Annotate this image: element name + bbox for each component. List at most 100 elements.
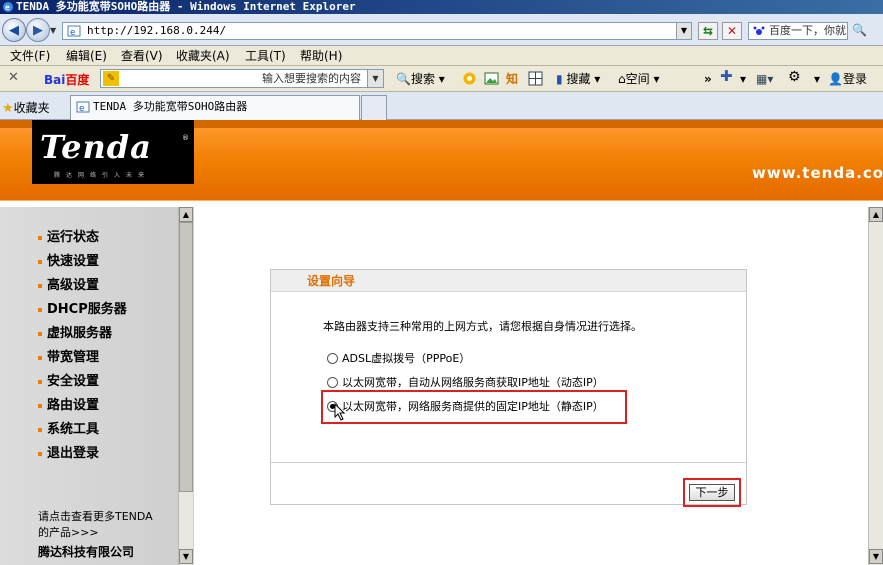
mouse-cursor-icon — [334, 403, 346, 421]
scroll-down-icon[interactable]: ▼ — [869, 549, 883, 564]
sidebar-item-label: 路由设置 — [47, 398, 100, 413]
scroll-up-icon[interactable]: ▲ — [179, 207, 193, 222]
menu-view[interactable]: 查看(V) — [121, 49, 163, 63]
scroll-up-icon[interactable]: ▲ — [869, 207, 883, 222]
image-icon[interactable] — [484, 71, 499, 86]
bullet-icon — [38, 259, 42, 264]
bullet-icon — [38, 355, 42, 360]
sidebar-item-quick-setup[interactable]: 快速设置 — [38, 254, 99, 270]
wizard-title: 设置向导 — [271, 270, 746, 292]
news-icon: ▮ — [556, 72, 563, 86]
radio-dynamic-ip[interactable] — [327, 376, 338, 388]
baidu-search-input[interactable]: ✎ 输入想要搜索的内容 ▼ — [100, 69, 384, 88]
space-button[interactable]: ⌂空间 ▾ — [618, 72, 659, 86]
web-search-input[interactable]: 百度一下，你就 — [748, 22, 848, 40]
more-products-link[interactable]: 请点击查看更多TENDA — [38, 509, 153, 524]
sidebar-item-virtual-server[interactable]: 虚拟服务器 — [38, 326, 112, 342]
apps-grid-icon[interactable]: ▦▾ — [756, 72, 773, 86]
sidebar-item-routing[interactable]: 路由设置 — [38, 398, 99, 414]
forward-button[interactable]: ▶ — [26, 18, 50, 42]
sidebar-item-label: DHCP服务器 — [47, 302, 127, 317]
baidu-logo-right: 百度 — [65, 73, 90, 87]
back-arrow-icon: ◀ — [9, 22, 19, 38]
baidu-search-placeholder: 输入想要搜索的内容 — [262, 72, 361, 85]
new-tab-button[interactable] — [361, 95, 387, 120]
login-button[interactable]: 👤登录 — [828, 72, 867, 86]
bullet-icon — [38, 235, 42, 240]
login-label: 登录 — [842, 72, 867, 86]
website-link[interactable]: www.tenda.com — [752, 164, 883, 182]
panel-divider — [271, 462, 746, 463]
option-pppoe[interactable]: ADSL虚拟拨号（PPPoE） — [327, 350, 470, 366]
highlight-static-ip — [321, 390, 627, 424]
baidu-logo[interactable]: Bai百度 — [44, 71, 89, 88]
favorites-button[interactable]: ★收藏夹 — [2, 99, 50, 116]
baidu-search-button[interactable]: 🔍搜索 ▾ — [396, 72, 445, 86]
sidebar-item-advanced[interactable]: 高级设置 — [38, 278, 99, 294]
svg-text:e: e — [70, 28, 75, 37]
url-dropdown-icon[interactable]: ▼ — [676, 23, 691, 39]
scroll-down-icon[interactable]: ▼ — [179, 549, 193, 564]
option-dynamic-ip[interactable]: 以太网宽带，自动从网络服务商获取IP地址（动态IP） — [327, 374, 604, 390]
menu-edit[interactable]: 编辑(E) — [66, 49, 107, 63]
baidu-dropdown-icon[interactable]: ▼ — [367, 70, 383, 87]
sidebar-item-status[interactable]: 运行状态 — [38, 230, 99, 246]
menu-tools[interactable]: 工具(T) — [245, 49, 286, 63]
window-title: TENDA 多功能宽带SOHO路由器 - Windows Internet Ex… — [16, 0, 356, 13]
star-icon: ★ — [2, 101, 14, 116]
sidebar-item-bandwidth[interactable]: 带宽管理 — [38, 350, 99, 366]
history-dropdown-icon[interactable]: ▼ — [50, 26, 56, 35]
menu-help[interactable]: 帮助(H) — [300, 49, 342, 63]
toolbar-overflow-icon[interactable]: » — [704, 72, 712, 86]
sidebar-item-label: 退出登录 — [47, 446, 100, 461]
radio-pppoe[interactable] — [327, 352, 338, 364]
url-input[interactable]: e http://192.168.0.244/ — [62, 22, 692, 40]
page-icon: e — [67, 25, 81, 37]
menu-bar: 文件(F) 编辑(E) 查看(V) 收藏夹(A) 工具(T) 帮助(H) — [0, 46, 883, 66]
menu-favorites[interactable]: 收藏夹(A) — [176, 49, 230, 63]
window-title-bar: e TENDA 多功能宽带SOHO路由器 - Windows Internet … — [0, 0, 883, 14]
gear-dropdown-icon[interactable]: ▾ — [814, 72, 820, 86]
content-scrollbar[interactable]: ▲ ▼ — [868, 207, 883, 565]
more-products-link-cont[interactable]: 的产品>>> — [38, 525, 99, 540]
tieba-icon[interactable] — [462, 71, 477, 86]
back-button[interactable]: ◀ — [2, 18, 26, 42]
refresh-button[interactable]: ⇆ — [698, 22, 718, 40]
user-icon: 👤 — [828, 72, 843, 86]
header-separator — [0, 200, 883, 207]
baidu-search-label: 搜索 — [410, 72, 435, 86]
baidu-input-icon: ✎ — [103, 71, 119, 86]
grid-icon[interactable] — [528, 71, 543, 86]
ie-icon: e — [3, 2, 13, 12]
sidebar-item-security[interactable]: 安全设置 — [38, 374, 99, 390]
sidebar-item-label: 带宽管理 — [47, 350, 100, 365]
sidebar-item-logout[interactable]: 退出登录 — [38, 446, 99, 462]
sidebar-item-system-tools[interactable]: 系统工具 — [38, 422, 99, 438]
close-toolbar-icon[interactable]: ✕ — [8, 70, 19, 85]
baidu-toolbar: ✕ Bai百度 ✎ 输入想要搜索的内容 ▼ 🔍搜索 ▾ 知 ▮ 搜藏 ▾ ⌂空间… — [0, 66, 883, 92]
main-content: 设置向导 本路由器支持三种常用的上网方式，请您根据自身情况进行选择。 ADSL虚… — [194, 207, 868, 565]
sidebar-item-label: 安全设置 — [47, 374, 100, 389]
sidebar-item-label: 运行状态 — [47, 230, 100, 245]
tab-tenda[interactable]: e TENDA 多功能宽带SOHO路由器 — [70, 95, 360, 120]
sidebar-scrollbar[interactable]: ▲ ▼ — [178, 207, 193, 565]
stop-icon: ✕ — [726, 24, 738, 38]
menu-file[interactable]: 文件(F) — [10, 49, 50, 63]
option-label: 以太网宽带，自动从网络服务商获取IP地址（动态IP） — [342, 376, 604, 389]
search-icon[interactable]: 🔍 — [852, 23, 867, 37]
zhidao-button[interactable]: 知 — [506, 72, 518, 86]
sidebar-item-dhcp[interactable]: DHCP服务器 — [38, 302, 127, 318]
gear-icon[interactable]: ⚙ — [788, 70, 801, 84]
wizard-intro: 本路由器支持三种常用的上网方式，请您根据自身情况进行选择。 — [323, 320, 642, 333]
bullet-icon — [38, 331, 42, 336]
forward-arrow-icon: ▶ — [33, 22, 43, 38]
news-button[interactable]: ▮ 搜藏 ▾ — [556, 72, 600, 86]
web-search-placeholder: 百度一下，你就 — [769, 24, 846, 37]
stop-button[interactable]: ✕ — [722, 22, 742, 40]
company-name: 腾达科技有限公司 — [38, 545, 135, 559]
refresh-icon: ⇆ — [702, 24, 714, 38]
add-icon[interactable]: ✚ — [720, 69, 733, 84]
add-dropdown-icon[interactable]: ▾ — [740, 72, 746, 86]
url-text: http://192.168.0.244/ — [87, 24, 227, 37]
scroll-thumb[interactable] — [179, 222, 193, 492]
